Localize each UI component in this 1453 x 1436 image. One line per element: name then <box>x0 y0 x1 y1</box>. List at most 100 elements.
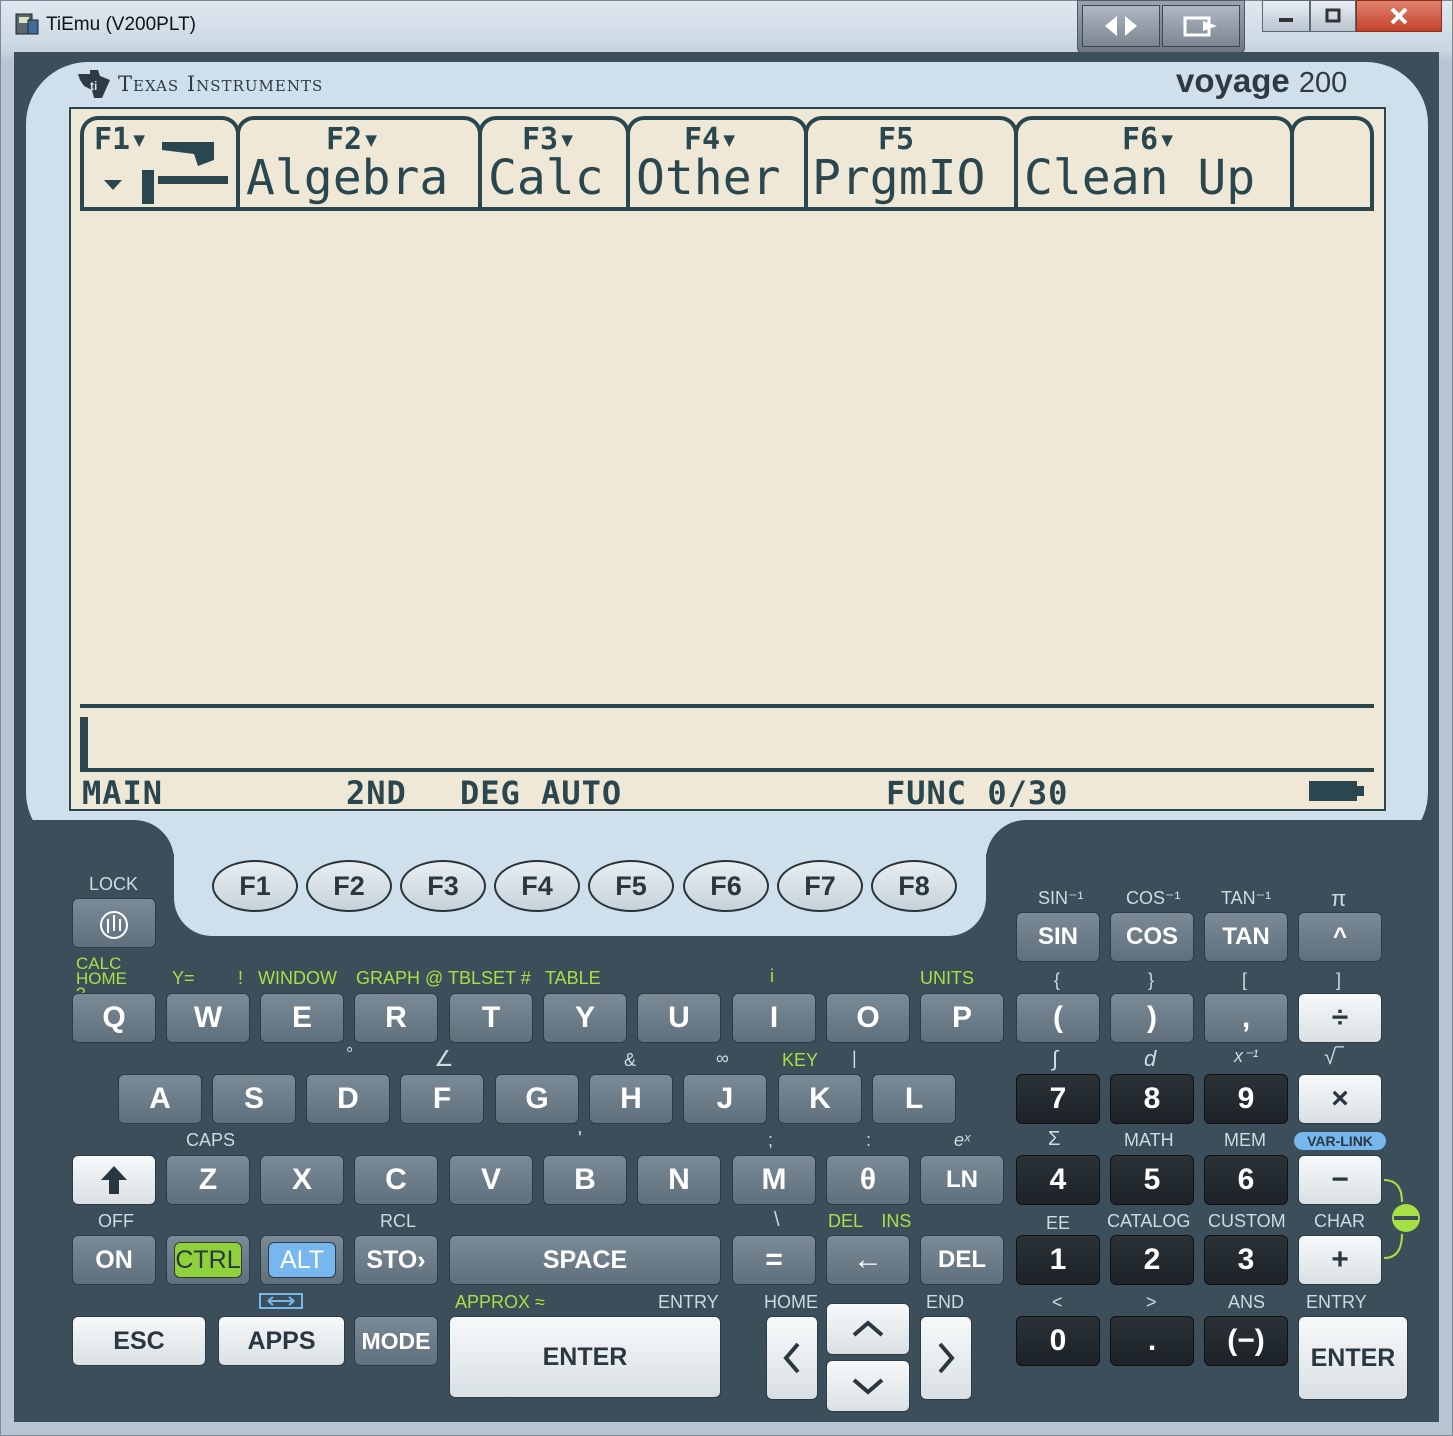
status-angle: DEG AUTO <box>460 774 623 812</box>
fkey-f6[interactable]: F6 <box>683 860 769 912</box>
key-r[interactable]: R <box>354 993 438 1043</box>
key-ln[interactable]: LN <box>920 1155 1004 1205</box>
key-open-paren[interactable]: ( <box>1016 993 1100 1043</box>
key-2[interactable]: 2 <box>1110 1235 1194 1285</box>
fkey-f4[interactable]: F4 <box>494 860 580 912</box>
down-arrow-key[interactable] <box>826 1360 910 1412</box>
key-g[interactable]: G <box>495 1074 579 1124</box>
chevron-up-icon <box>852 1320 884 1337</box>
esc-key[interactable]: ESC <box>72 1316 206 1366</box>
key-negative[interactable]: (−) <box>1204 1316 1288 1366</box>
key-o[interactable]: O <box>826 993 910 1043</box>
home-label: HOME <box>764 1292 818 1312</box>
key-l[interactable]: L <box>872 1074 956 1124</box>
right-arrow-key[interactable] <box>920 1316 972 1400</box>
key-h[interactable]: H <box>589 1074 673 1124</box>
ctrl-key[interactable]: CTRL <box>166 1235 250 1285</box>
minimize-icon[interactable] <box>1262 0 1310 32</box>
key-d[interactable]: D <box>306 1074 390 1124</box>
key-e[interactable]: E <box>260 993 344 1043</box>
space-key[interactable]: SPACE <box>449 1235 721 1285</box>
key-z[interactable]: Z <box>166 1155 250 1205</box>
key-v[interactable]: V <box>449 1155 533 1205</box>
key-k[interactable]: K <box>778 1074 862 1124</box>
contrast-control[interactable] <box>1382 1176 1422 1262</box>
key-q[interactable]: Q <box>72 993 156 1043</box>
key-8[interactable]: 8 <box>1110 1074 1194 1124</box>
key-n[interactable]: N <box>637 1155 721 1205</box>
apps-key[interactable]: APPS <box>218 1316 345 1366</box>
key-multiply[interactable]: × <box>1298 1074 1382 1124</box>
key-f[interactable]: F <box>400 1074 484 1124</box>
second-label: } <box>1148 970 1155 990</box>
mode-key[interactable]: MODE <box>354 1316 438 1366</box>
key-3[interactable]: 3 <box>1204 1235 1288 1285</box>
fkey-f8[interactable]: F8 <box>871 860 957 912</box>
key-c[interactable]: C <box>354 1155 438 1205</box>
key-9[interactable]: 9 <box>1204 1074 1288 1124</box>
enter-key-right[interactable]: ENTER <box>1298 1316 1408 1400</box>
left-arrow-key[interactable] <box>766 1316 818 1400</box>
toolbar-tab-f5[interactable]: F5 PrgmIO <box>804 116 1018 211</box>
sin-key[interactable]: SIN <box>1016 912 1100 962</box>
key-t[interactable]: T <box>449 993 533 1043</box>
key-s[interactable]: S <box>212 1074 296 1124</box>
on-key[interactable]: ON <box>72 1235 156 1285</box>
second-label: APPROX ≈ <box>455 1292 545 1312</box>
resize-icon[interactable] <box>1082 5 1160 47</box>
toolbar-tab-f4[interactable]: F4▾ Other <box>626 116 808 211</box>
key-decimal[interactable]: . <box>1110 1316 1194 1366</box>
cos-key[interactable]: COS <box>1110 912 1194 962</box>
key-7[interactable]: 7 <box>1016 1074 1100 1124</box>
power-key[interactable]: ^ <box>1298 912 1382 962</box>
key-plus[interactable]: + <box>1298 1235 1382 1285</box>
title-bar[interactable]: TiEmu (V200PLT) <box>0 0 1453 54</box>
toolbar-tab-f2[interactable]: F2▾ Algebra <box>236 116 482 211</box>
fkey-f7[interactable]: F7 <box>777 860 863 912</box>
key-a[interactable]: A <box>118 1074 202 1124</box>
toolbar-tab-f1[interactable]: F1▾ <box>80 116 240 211</box>
tan-key[interactable]: TAN <box>1204 912 1288 962</box>
sto-key[interactable]: STO› <box>354 1235 438 1285</box>
alt-key[interactable]: ALT <box>260 1235 344 1285</box>
key-b[interactable]: B <box>543 1155 627 1205</box>
key-6[interactable]: 6 <box>1204 1155 1288 1205</box>
key-minus[interactable]: − <box>1298 1155 1382 1205</box>
key-0[interactable]: 0 <box>1016 1316 1100 1366</box>
key-m[interactable]: M <box>732 1155 816 1205</box>
switch-skin-icon[interactable] <box>1162 5 1240 47</box>
second-label: MEM <box>1224 1130 1266 1150</box>
key-5[interactable]: 5 <box>1110 1155 1194 1205</box>
toolbar-label: Algebra <box>246 150 449 206</box>
backspace-key[interactable]: ← <box>826 1235 910 1285</box>
fkey-f1[interactable]: F1 <box>212 860 298 912</box>
key-1[interactable]: 1 <box>1016 1235 1100 1285</box>
toolbar-tab-f3[interactable]: F3▾ Calc <box>478 116 630 211</box>
key-4[interactable]: 4 <box>1016 1155 1100 1205</box>
shift-key[interactable] <box>72 1155 156 1205</box>
key-comma[interactable]: , <box>1204 993 1288 1043</box>
entry-line-divider[interactable] <box>80 768 1374 772</box>
key-w[interactable]: W <box>166 993 250 1043</box>
restore-icon[interactable] <box>1310 0 1356 32</box>
key-p[interactable]: P <box>920 993 1004 1043</box>
key-x[interactable]: X <box>260 1155 344 1205</box>
fkey-f3[interactable]: F3 <box>400 860 486 912</box>
key-close-paren[interactable]: ) <box>1110 993 1194 1043</box>
equals-key[interactable]: = <box>732 1235 816 1285</box>
toolbar-label: Calc <box>488 150 604 206</box>
up-arrow-key[interactable] <box>826 1303 910 1355</box>
key-y[interactable]: Y <box>543 993 627 1043</box>
fkey-f2[interactable]: F2 <box>306 860 392 912</box>
key-i[interactable]: I <box>732 993 816 1043</box>
lock-key[interactable] <box>72 898 156 948</box>
del-key[interactable]: DEL <box>920 1235 1004 1285</box>
toolbar-tab-f6[interactable]: F6▾ Clean Up <box>1014 116 1294 211</box>
key-theta[interactable]: θ <box>826 1155 910 1205</box>
fkey-f5[interactable]: F5 <box>588 860 674 912</box>
key-divide[interactable]: ÷ <box>1298 993 1382 1043</box>
close-icon[interactable] <box>1356 0 1442 32</box>
key-u[interactable]: U <box>637 993 721 1043</box>
enter-key-left[interactable]: ENTER <box>449 1316 721 1398</box>
key-j[interactable]: J <box>683 1074 767 1124</box>
